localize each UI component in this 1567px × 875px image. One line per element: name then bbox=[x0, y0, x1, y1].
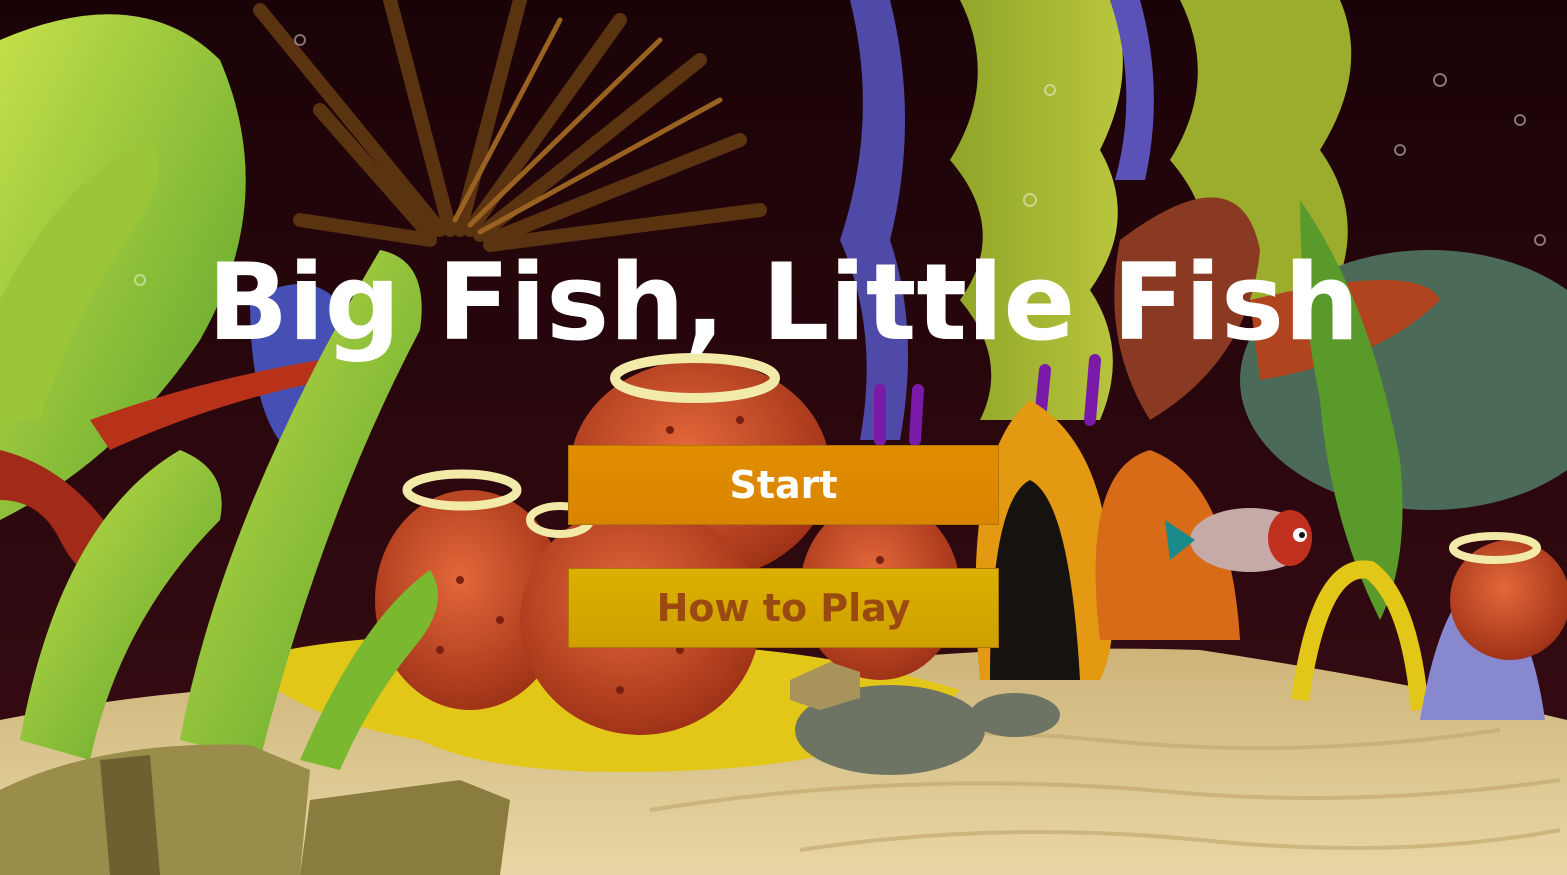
game-title: Big Fish, Little Fish bbox=[207, 241, 1360, 364]
wooden-crate-left-shade bbox=[100, 755, 160, 875]
how-to-play-button[interactable]: How to Play bbox=[568, 568, 999, 648]
underwater-scene-background bbox=[0, 0, 1567, 875]
main-menu-screen: Big Fish, Little Fish Start How to Play bbox=[0, 0, 1567, 875]
start-button[interactable]: Start bbox=[568, 445, 999, 525]
grey-rock-small bbox=[970, 693, 1060, 737]
